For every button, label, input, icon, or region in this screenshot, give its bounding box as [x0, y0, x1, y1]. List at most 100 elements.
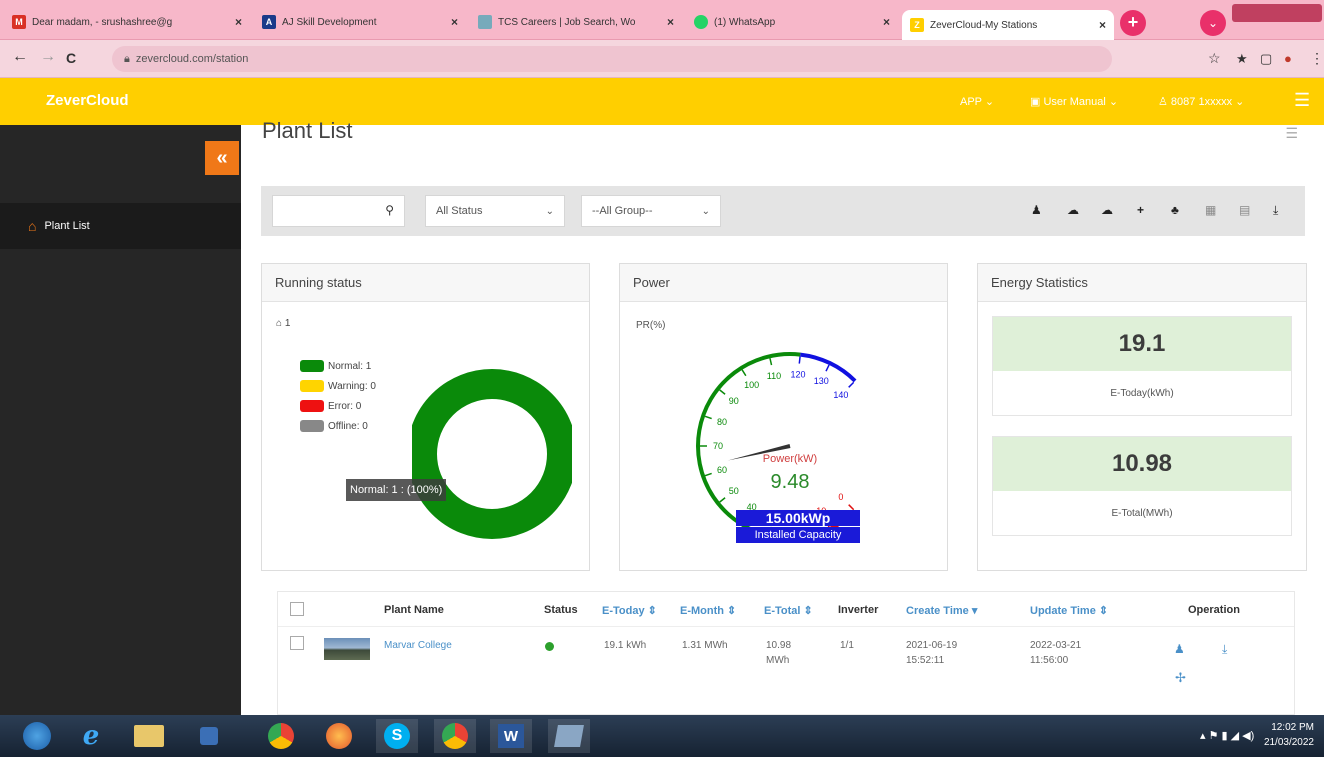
app-window-icon[interactable] — [548, 719, 590, 753]
installed-capacity-label: Installed Capacity — [736, 527, 860, 543]
cloud-upload-icon[interactable]: ☁ — [1067, 203, 1079, 217]
legend-swatch — [300, 400, 324, 412]
firefox-icon[interactable] — [318, 719, 360, 753]
close-icon[interactable]: × — [1093, 18, 1106, 32]
close-icon[interactable]: × — [229, 15, 242, 29]
close-icon[interactable]: × — [661, 15, 674, 29]
skype-icon[interactable]: S — [376, 719, 418, 753]
chrome-window-icon[interactable] — [434, 719, 476, 753]
app-header: ZeverCloud APP ⌄ ▣ User Manual ⌄ ♙ 8087 … — [0, 78, 1324, 125]
account-menu[interactable]: ♙ 8087 1xxxxx ⌄ — [1158, 95, 1244, 108]
user-manual-menu[interactable]: ▣ User Manual ⌄ — [1030, 95, 1118, 108]
legend-swatch — [300, 420, 324, 432]
sidebar-item-plant-list[interactable]: ⌂ Plant List — [0, 203, 241, 249]
add-user-icon[interactable]: ♟ — [1031, 203, 1042, 217]
col-update-time[interactable]: Update Time ⇕ — [1030, 604, 1108, 617]
star-icon[interactable]: ☆ — [1208, 50, 1221, 67]
e-total-label: E-Total(MWh) — [1111, 508, 1173, 519]
url-input[interactable]: 🔒︎ zevercloud.com/station — [112, 46, 1112, 72]
grid-view-icon[interactable]: ▦ — [1205, 203, 1216, 217]
status-donut-chart[interactable] — [412, 364, 572, 554]
gauge-value: 9.48 — [771, 471, 810, 493]
list-view-icon[interactable]: ▤ — [1239, 203, 1250, 217]
update-time-cell: 2022-03-21 11:56:00 — [1030, 640, 1082, 666]
profile-icon[interactable]: ● — [1284, 51, 1292, 66]
browser-tab-aj-skill[interactable]: A AJ Skill Development × — [254, 8, 466, 36]
list-menu-icon[interactable]: ☰ — [1285, 125, 1298, 142]
system-tray-icons[interactable]: ▴ ⚑ ▮ ◢ ◀) — [1200, 729, 1254, 742]
legend-offline[interactable]: Offline: 0 — [300, 420, 368, 432]
col-plant-name[interactable]: Plant Name — [384, 604, 444, 616]
status-dot — [545, 642, 554, 651]
sidepanel-icon[interactable]: ▢ — [1260, 51, 1272, 67]
gauge-tick — [719, 497, 726, 503]
group-select[interactable]: --All Group-- ⌄ — [581, 195, 721, 227]
close-icon[interactable]: × — [445, 15, 458, 29]
download-icon[interactable]: ⤓ — [1273, 203, 1278, 218]
word-icon[interactable]: W — [490, 719, 532, 753]
browser-tab-zevercloud[interactable]: Z ZeverCloud-My Stations × — [902, 10, 1114, 40]
gauge-tick — [825, 364, 830, 372]
reload-icon[interactable]: C — [66, 50, 76, 66]
collapse-sidebar-button[interactable]: « — [205, 141, 239, 175]
donut-slice-normal[interactable] — [412, 369, 572, 539]
legend-warning[interactable]: Warning: 0 — [300, 380, 376, 392]
header-divider — [278, 626, 1294, 627]
home-icon: ⌂ — [28, 218, 37, 234]
legend-error[interactable]: Error: 0 — [300, 400, 361, 412]
cloud-download-icon[interactable]: ☁ — [1101, 203, 1113, 217]
add-icon[interactable]: + — [1137, 203, 1144, 217]
tab-title: TCS Careers | Job Search, Wo — [498, 16, 636, 28]
hamburger-icon[interactable]: ☰ — [1294, 90, 1310, 111]
browser-tab-tcs[interactable]: TCS Careers | Job Search, Wo × — [470, 8, 682, 36]
browser-tab-gmail[interactable]: M Dear madam, - srushashree@g × — [4, 8, 250, 36]
clock[interactable]: 12:02 PM 21/03/2022 — [1264, 720, 1314, 750]
gauge-tick — [769, 358, 773, 366]
chrome-icon[interactable] — [260, 719, 302, 753]
group-icon[interactable]: ♣ — [1171, 203, 1179, 217]
app-menu[interactable]: APP ⌄ — [960, 95, 994, 108]
app-menu-label: APP — [960, 96, 982, 108]
menu-dots-icon[interactable]: ⋮ — [1310, 50, 1324, 67]
browser-tab-whatsapp[interactable]: (1) WhatsApp × — [686, 8, 898, 36]
add-device-icon[interactable]: ✢ — [1175, 670, 1186, 686]
select-all-checkbox[interactable] — [290, 602, 304, 616]
start-button[interactable] — [16, 719, 58, 753]
chevron-down-icon[interactable]: ⌄ — [1200, 10, 1226, 36]
forward-icon[interactable]: → — [40, 48, 56, 66]
row-checkbox[interactable] — [290, 636, 304, 650]
power-gauge: 0102030405060708090100110120130140Power(… — [696, 352, 857, 536]
chevron-down-icon: ⌄ — [701, 205, 710, 217]
search-input[interactable]: ⚲ — [272, 195, 405, 227]
tab-title: AJ Skill Development — [282, 16, 377, 28]
legend-normal[interactable]: Normal: 1 — [300, 360, 371, 372]
user-icon: ♙ — [1158, 96, 1171, 108]
plant-name-link[interactable]: Marvar College — [384, 638, 452, 653]
file-explorer-icon[interactable] — [128, 719, 170, 753]
media-player-icon[interactable] — [188, 719, 230, 753]
page-title: Plant List — [262, 118, 353, 143]
col-e-total[interactable]: E-Total ⇕ — [764, 604, 813, 617]
status-select[interactable]: All Status ⌄ — [425, 195, 565, 227]
browser-tab-bar: M Dear madam, - srushashree@g × A AJ Ski… — [0, 0, 1324, 40]
col-status[interactable]: Status — [544, 604, 578, 616]
new-tab-button[interactable]: + — [1120, 10, 1146, 36]
internet-explorer-icon[interactable]: e — [70, 719, 112, 753]
window-controls[interactable] — [1232, 4, 1322, 22]
close-icon[interactable]: × — [877, 15, 890, 29]
plant-thumbnail[interactable] — [324, 638, 370, 660]
col-inverter[interactable]: Inverter — [838, 604, 878, 616]
extensions-icon[interactable]: ★ — [1236, 51, 1248, 67]
brand-logo[interactable]: ZeverCloud — [46, 92, 129, 109]
e-today-value: 19.1 — [993, 317, 1291, 371]
e-today-cell: 19.1 kWh — [604, 640, 647, 651]
col-e-month[interactable]: E-Month ⇕ — [680, 604, 736, 617]
plant-count-value: 1 — [284, 318, 291, 329]
col-e-today[interactable]: E-Today ⇕ — [602, 604, 657, 617]
download-icon[interactable]: ⤓ — [1222, 642, 1227, 657]
col-create-time[interactable]: Create Time ▾ — [906, 604, 977, 617]
create-time-cell: 2021-06-19 15:52:11 — [906, 640, 958, 666]
back-icon[interactable]: ← — [12, 48, 28, 66]
gauge-tick-label: 100 — [744, 380, 759, 390]
assign-user-icon[interactable]: ♟ — [1174, 642, 1185, 656]
